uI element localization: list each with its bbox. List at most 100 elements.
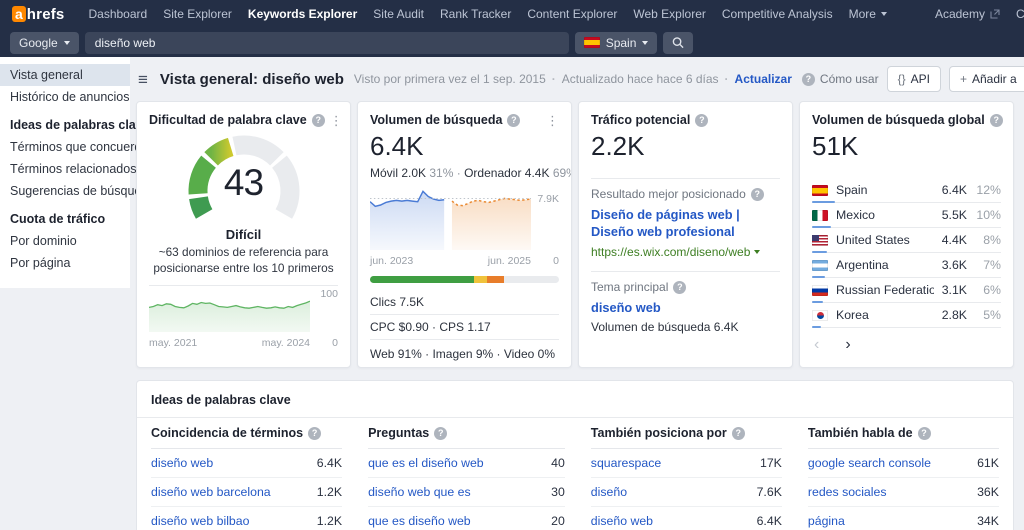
keyword-volume: 36K — [977, 485, 999, 499]
x-axis-label: may. 2021 — [149, 337, 197, 349]
prev-page-button[interactable] — [814, 337, 819, 353]
page-title: Vista general: diseño web — [160, 71, 344, 88]
keyword-link[interactable]: diseño web — [591, 514, 653, 528]
keyword-link[interactable]: redes sociales — [808, 485, 887, 499]
search-country-select[interactable]: Spain — [575, 32, 658, 54]
sidebar-item[interactable]: Por dominio — [0, 230, 130, 252]
nav-item[interactable]: Dashboard — [88, 7, 147, 21]
nav-item[interactable]: More — [849, 7, 887, 21]
sidebar-item[interactable]: Términos relacionados — [0, 158, 130, 180]
nav-item[interactable]: Site Audit — [373, 7, 424, 21]
kebab-menu-icon[interactable] — [330, 114, 343, 127]
info-icon[interactable] — [990, 114, 1003, 127]
ahrefs-logo[interactable]: a hrefs — [12, 6, 64, 23]
keyword-link[interactable]: diseño web bilbao — [151, 514, 249, 528]
keyword-link[interactable]: que es el diseño web — [368, 456, 484, 470]
logo-text: hrefs — [27, 6, 65, 23]
keyword-link[interactable]: squarespace — [591, 456, 661, 470]
info-icon[interactable] — [308, 427, 321, 440]
nav-item[interactable]: Web Explorer — [633, 7, 705, 21]
y-axis-min: 0 — [553, 255, 559, 267]
nav-item-label: Competitive Analysis — [722, 7, 833, 21]
country-pagination — [812, 328, 1001, 353]
how-to-use-link[interactable]: Cómo usar — [802, 72, 879, 86]
sidebar-item[interactable]: Histórico de anuncios — [0, 86, 130, 108]
nav-item[interactable]: Competitive Analysis — [722, 7, 833, 21]
country-row: Spain 6.4K 12% — [812, 178, 1001, 203]
country-row: Korea 2.8K 5% — [812, 303, 1001, 328]
keyword-link[interactable]: que es diseño web — [368, 514, 471, 528]
nav-item[interactable]: Keywords Explorer — [248, 7, 357, 21]
kd-description: ~63 dominios de referencia para posicion… — [149, 245, 338, 276]
x-axis-label: jun. 2023 — [370, 255, 413, 267]
country-name: Korea — [836, 308, 934, 322]
top-result-link[interactable]: Diseño de páginas web | Diseño web profe… — [591, 207, 780, 240]
country-list: Spain 6.4K 12% Mexico 5.5K 10% United St… — [812, 178, 1001, 328]
top-result-url[interactable]: https://es.wix.com/diseno/web — [591, 245, 780, 259]
hamburger-icon[interactable]: ≡ — [136, 71, 150, 88]
parent-topic-link[interactable]: diseño web — [591, 300, 780, 315]
info-icon[interactable] — [673, 281, 686, 294]
keyword-link[interactable]: google search console — [808, 456, 931, 470]
keyword-volume: 6.4K — [757, 514, 782, 528]
keyword-column-header: Preguntas — [368, 418, 565, 449]
nav-item[interactable]: Site Explorer — [163, 7, 232, 21]
braces-icon: {} — [898, 72, 906, 86]
nav-item[interactable]: Content Explorer — [527, 7, 617, 21]
volume-value: 6.4K — [370, 131, 559, 162]
search-button[interactable] — [663, 32, 693, 54]
sidebar-item[interactable]: Sugerencias de búsqueda — [0, 180, 130, 202]
x-axis-label: jun. 2025 — [488, 255, 531, 267]
country-flag-icon — [812, 185, 828, 196]
keyword-column: También habla de google search console 6… — [808, 418, 999, 530]
info-icon[interactable] — [732, 427, 745, 440]
nav-item-label: More — [849, 7, 876, 21]
api-button[interactable]: {} API — [887, 66, 941, 92]
info-icon[interactable] — [751, 188, 764, 201]
sidebar: Vista generalHistórico de anunciosIdeas … — [0, 57, 130, 288]
info-icon[interactable] — [695, 114, 708, 127]
chevron-down-icon — [64, 41, 70, 45]
keyword-link[interactable]: página — [808, 514, 845, 528]
volume-breakdown: Móvil 2.0K 31% · Ordenador 4.4K 69% — [370, 166, 559, 180]
search-engine-select[interactable]: Google — [10, 32, 79, 54]
top-navbar: a hrefs Dashboard Site Explorer Keywords… — [0, 0, 1024, 28]
metric-cards: Dificultad de palabra clave 43 Difícil ~… — [136, 101, 1014, 368]
card-traffic-potential: Tráfico potencial 2.2K Resultado mejor p… — [578, 101, 793, 368]
search-input[interactable] — [85, 32, 569, 54]
nav-item[interactable]: Rank Tracker — [440, 7, 511, 21]
main-header: ≡ Vista general: diseño web Visto por pr… — [136, 57, 1014, 101]
info-icon[interactable] — [312, 114, 325, 127]
keyword-link[interactable]: diseño web — [151, 456, 213, 470]
info-icon[interactable] — [434, 427, 447, 440]
page-meta: Visto por primera vez el 1 sep. 2015 Act… — [354, 72, 792, 86]
keyword-volume: 40 — [551, 456, 565, 470]
keyword-link[interactable]: diseño web que es — [368, 485, 471, 499]
info-icon[interactable] — [507, 114, 520, 127]
kd-sparkline — [149, 288, 310, 332]
country-row: Argentina 3.6K 7% — [812, 253, 1001, 278]
clicks-value: Clics 7.5K — [370, 290, 559, 314]
clicks-bar-segment — [474, 276, 487, 283]
keyword-volume: 20 — [551, 514, 565, 528]
sidebar-item[interactable]: Vista general — [0, 64, 130, 86]
nav-item-external[interactable]: Community — [1016, 7, 1024, 21]
keyword-row: diseño web 6.4K — [591, 507, 782, 530]
keyword-link[interactable]: diseño web barcelona — [151, 485, 271, 499]
info-icon[interactable] — [918, 427, 931, 440]
country-flag-icon — [812, 235, 828, 246]
sidebar-item[interactable]: Por página — [0, 252, 130, 274]
nav-item-label: Academy — [935, 7, 985, 21]
volume-history-chart: jun. 2023 jun. 2025 7.9K 0 — [370, 188, 559, 267]
keyword-row: diseño 7.6K — [591, 478, 782, 507]
update-link[interactable]: Actualizar — [735, 72, 792, 86]
keyword-link[interactable]: diseño — [591, 485, 627, 499]
sidebar-item[interactable]: Términos que concuerdan — [0, 136, 130, 158]
card-title: Volumen de búsqueda — [370, 113, 502, 127]
next-page-button[interactable] — [845, 337, 850, 353]
nav-item-external[interactable]: Academy — [935, 7, 1000, 21]
kebab-menu-icon[interactable] — [546, 114, 559, 127]
x-axis-label: may. 2024 — [262, 337, 310, 349]
volume-line-chart — [370, 188, 531, 250]
add-to-button[interactable]: + Añadir a — [949, 66, 1024, 92]
